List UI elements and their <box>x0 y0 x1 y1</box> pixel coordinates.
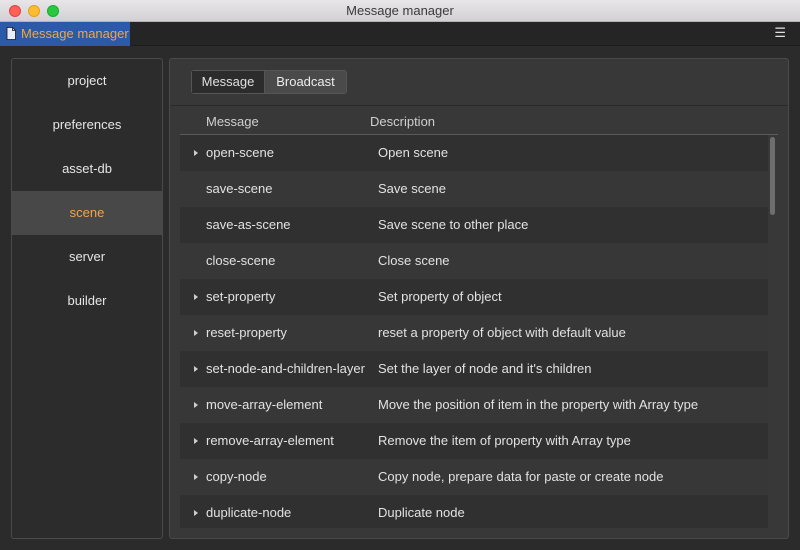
table-row[interactable]: save-scene Save scene <box>180 171 768 207</box>
vertical-scrollbar[interactable] <box>768 135 778 528</box>
divider <box>170 105 788 106</box>
main-panel: Message Broadcast Message Description op… <box>169 58 789 539</box>
maximize-window-button[interactable] <box>47 5 59 17</box>
message-name: copy-node <box>206 469 267 484</box>
table-row[interactable]: set-property Set property of object <box>180 279 768 315</box>
table-row[interactable]: close-scene Close scene <box>180 243 768 279</box>
message-name: save-as-scene <box>206 217 291 232</box>
message-description: Open scene <box>378 145 449 160</box>
message-description: Save scene <box>378 181 446 196</box>
scrollbar-thumb[interactable] <box>770 137 775 215</box>
caret-right-icon[interactable] <box>194 438 198 444</box>
sidebar-item-builder[interactable]: builder <box>12 279 162 323</box>
message-description: Duplicate node <box>378 505 465 520</box>
table-header: Message Description <box>180 107 778 135</box>
caret-right-icon[interactable] <box>194 150 198 156</box>
caret-right-icon[interactable] <box>194 510 198 516</box>
tab-label: Message manager <box>21 26 129 41</box>
document-icon <box>6 27 16 40</box>
close-window-button[interactable] <box>9 5 21 17</box>
message-description: Move the position of item in the propert… <box>378 397 699 412</box>
tab-message[interactable]: Message <box>192 71 265 93</box>
window-title: Message manager <box>346 3 454 18</box>
sidebar-item-asset-db[interactable]: asset-db <box>12 147 162 191</box>
minimize-window-button[interactable] <box>28 5 40 17</box>
tab-broadcast[interactable]: Broadcast <box>265 71 346 93</box>
message-description: Remove the item of property with Array t… <box>378 433 631 448</box>
table-row[interactable]: open-scene Open scene <box>180 135 768 171</box>
message-description: reset a property of object with default … <box>378 325 626 340</box>
message-name: set-property <box>206 289 276 304</box>
caret-right-icon[interactable] <box>194 474 198 480</box>
message-description: Save scene to other place <box>378 217 529 232</box>
message-name: open-scene <box>206 145 274 160</box>
sidebar: project preferences asset-db scene serve… <box>11 58 163 539</box>
table-row[interactable]: duplicate-node Duplicate node <box>180 495 768 528</box>
message-name: close-scene <box>206 253 276 268</box>
tab-strip: Message manager ☰ <box>0 22 800 46</box>
caret-right-icon[interactable] <box>194 294 198 300</box>
window-titlebar: Message manager <box>0 0 800 22</box>
message-name: set-node-and-children-layer <box>206 361 365 376</box>
column-header-message[interactable]: Message <box>206 114 259 129</box>
message-description: Set the layer of node and it's children <box>378 361 592 376</box>
tab-message-manager[interactable]: Message manager <box>0 22 130 46</box>
message-name: save-scene <box>206 181 273 196</box>
caret-right-icon[interactable] <box>194 366 198 372</box>
message-description: Close scene <box>378 253 450 268</box>
table-row[interactable]: copy-node Copy node, prepare data for pa… <box>180 459 768 495</box>
message-description: Copy node, prepare data for paste or cre… <box>378 469 664 484</box>
table-row[interactable]: save-as-scene Save scene to other place <box>180 207 768 243</box>
message-name: move-array-element <box>206 397 323 412</box>
caret-right-icon[interactable] <box>194 402 198 408</box>
sidebar-item-scene[interactable]: scene <box>12 191 162 235</box>
sidebar-item-preferences[interactable]: preferences <box>12 103 162 147</box>
table-row[interactable]: set-node-and-children-layer Set the laye… <box>180 351 768 387</box>
table-row[interactable]: move-array-element Move the position of … <box>180 387 768 423</box>
caret-right-icon[interactable] <box>194 330 198 336</box>
table-row[interactable]: reset-property reset a property of objec… <box>180 315 768 351</box>
message-name: reset-property <box>206 325 287 340</box>
column-header-description[interactable]: Description <box>370 114 435 129</box>
message-type-segmented-control: Message Broadcast <box>191 70 347 94</box>
hamburger-menu-icon[interactable]: ☰ <box>774 25 786 41</box>
sidebar-item-project[interactable]: project <box>12 59 162 103</box>
table-row[interactable]: remove-array-element Remove the item of … <box>180 423 768 459</box>
message-description: Set property of object <box>378 289 502 304</box>
sidebar-item-server[interactable]: server <box>12 235 162 279</box>
message-table-body: open-scene Open scene save-scene Save sc… <box>180 135 768 528</box>
message-name: duplicate-node <box>206 505 292 520</box>
message-name: remove-array-element <box>206 433 334 448</box>
